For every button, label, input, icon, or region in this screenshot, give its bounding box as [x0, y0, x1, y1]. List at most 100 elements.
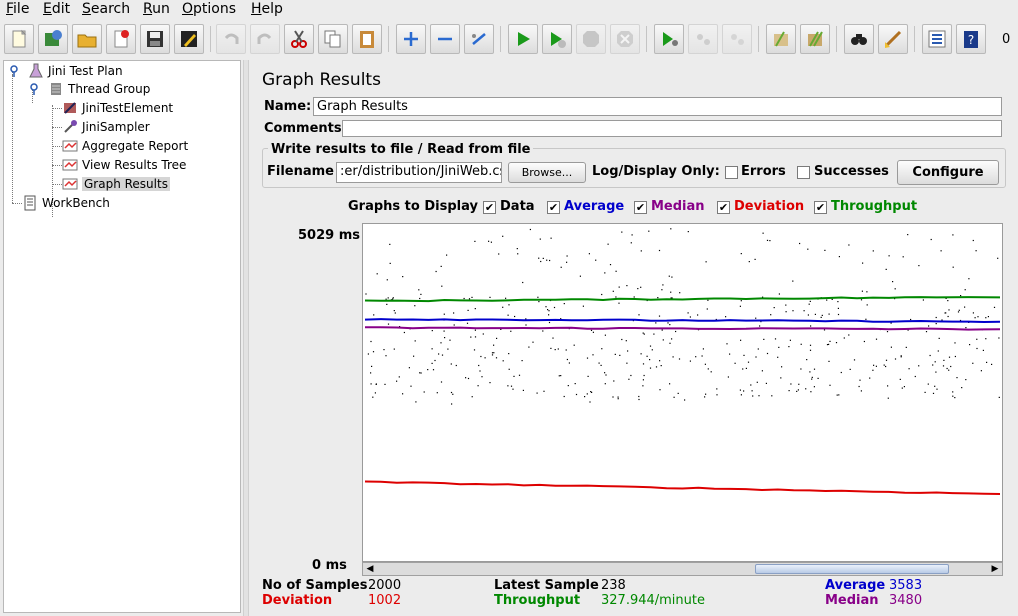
tree-node-workbench[interactable]: WorkBench [22, 194, 110, 212]
data-point [419, 297, 421, 300]
data-point [587, 375, 589, 377]
cut-button[interactable] [284, 24, 314, 54]
data-point [440, 342, 442, 344]
data-point [848, 334, 850, 336]
shutdown-button[interactable] [610, 24, 640, 54]
remote-stop-icon [697, 34, 710, 45]
scroll-right-arrow-icon[interactable]: ▶ [989, 563, 1001, 575]
reset-search-button[interactable] [878, 24, 908, 54]
data-point [976, 347, 978, 350]
data-point [546, 259, 548, 261]
data-point [954, 342, 956, 344]
browse-button[interactable]: Browse... [508, 162, 586, 183]
successes-checkbox[interactable] [797, 166, 810, 179]
save-button[interactable] [140, 24, 170, 54]
help-button[interactable]: ? [956, 24, 986, 54]
data-point [968, 278, 970, 280]
data-point [806, 359, 808, 361]
menu-run[interactable]: Run [143, 1, 170, 17]
save-as-button[interactable] [174, 24, 204, 54]
data-point [938, 337, 940, 339]
log-display-label: Log/Display Only: [592, 164, 720, 179]
expand-all-button[interactable] [396, 24, 426, 54]
data-point [560, 266, 562, 268]
expand-toggle-icon[interactable] [8, 63, 24, 79]
data-point [588, 253, 590, 255]
data-point [947, 300, 949, 302]
data-point [809, 344, 812, 346]
data-point [521, 360, 523, 362]
remote-shutdown-button[interactable] [722, 24, 752, 54]
close-button[interactable] [106, 24, 136, 54]
comments-field[interactable] [342, 120, 1002, 137]
throughput-checkbox[interactable]: ✔ [814, 201, 827, 214]
scroll-left-arrow-icon[interactable]: ◀ [364, 563, 376, 575]
average-checkbox[interactable]: ✔ [547, 201, 560, 214]
close-file-icon [114, 30, 129, 48]
clear-all-button[interactable] [800, 24, 830, 54]
new-button[interactable] [4, 24, 34, 54]
data-point [925, 331, 928, 333]
function-helper-button[interactable] [922, 24, 952, 54]
data-point [957, 311, 960, 313]
remote-start-button[interactable] [654, 24, 684, 54]
undo-button[interactable] [216, 24, 246, 54]
tree-node-graph-results[interactable]: Graph Results [62, 175, 170, 193]
templates-button[interactable] [38, 24, 68, 54]
name-field[interactable]: Graph Results [313, 97, 1002, 116]
menu-file[interactable]: File [6, 1, 29, 17]
open-button[interactable] [72, 24, 102, 54]
tree-node-aggregate-report[interactable]: Aggregate Report [62, 137, 188, 155]
errors-checkbox[interactable] [725, 166, 738, 179]
scrollbar-thumb[interactable] [755, 564, 949, 574]
data-point [948, 356, 951, 358]
data-point [489, 296, 491, 298]
deviation-checkbox[interactable]: ✔ [717, 201, 730, 214]
tree-node-test-plan[interactable]: Jini Test Plan [8, 62, 123, 80]
data-point [799, 242, 801, 245]
menu-options[interactable]: Options [182, 1, 236, 17]
tree-label: Thread Group [68, 82, 151, 96]
menu-help[interactable]: Help [251, 1, 283, 17]
remote-shutdown-icon [731, 34, 744, 45]
configure-button[interactable]: Configure [897, 160, 999, 185]
tree-node-view-results-tree[interactable]: View Results Tree [62, 156, 186, 174]
data-checkbox[interactable]: ✔ [483, 201, 496, 214]
start-button[interactable] [508, 24, 538, 54]
data-point [450, 363, 452, 365]
filename-input[interactable]: :er/distribution/JiniWeb.csv [336, 162, 502, 183]
copy-icon [324, 30, 341, 48]
data-point [762, 232, 764, 234]
start-no-pause-button[interactable] [542, 24, 572, 54]
graph-horizontal-scrollbar[interactable]: ◀ ▶ [362, 562, 1003, 576]
redo-button[interactable] [250, 24, 280, 54]
split-pane-divider[interactable] [243, 60, 249, 616]
stop-button[interactable] [576, 24, 606, 54]
paste-button[interactable] [352, 24, 382, 54]
collapse-all-button[interactable] [430, 24, 460, 54]
data-point [604, 334, 606, 336]
median-checkbox[interactable]: ✔ [634, 201, 647, 214]
tree-node-thread-group[interactable]: Thread Group [28, 80, 150, 98]
clear-button[interactable] [766, 24, 796, 54]
menu-edit[interactable]: Edit [43, 1, 70, 17]
data-point [386, 279, 388, 281]
remote-stop-button[interactable] [688, 24, 718, 54]
tree-node-jini-sampler[interactable]: JiniSampler [62, 118, 150, 136]
search-button[interactable] [844, 24, 874, 54]
data-point [748, 261, 750, 263]
data-point [420, 293, 422, 295]
data-point [574, 383, 576, 385]
menu-search[interactable]: Search [82, 1, 130, 17]
tree-node-jini-test-element[interactable]: JiniTestElement [62, 99, 173, 117]
copy-button[interactable] [318, 24, 348, 54]
data-point [766, 352, 769, 355]
data-point [756, 381, 758, 383]
data-point [872, 250, 874, 252]
data-point [431, 330, 433, 332]
test-plan-tree[interactable]: Jini Test Plan Thread Group JiniTestElem… [3, 60, 241, 613]
data-point [477, 385, 479, 387]
expand-toggle-icon[interactable] [28, 81, 44, 97]
toggle-button[interactable] [464, 24, 494, 54]
tree-label: View Results Tree [82, 158, 187, 172]
